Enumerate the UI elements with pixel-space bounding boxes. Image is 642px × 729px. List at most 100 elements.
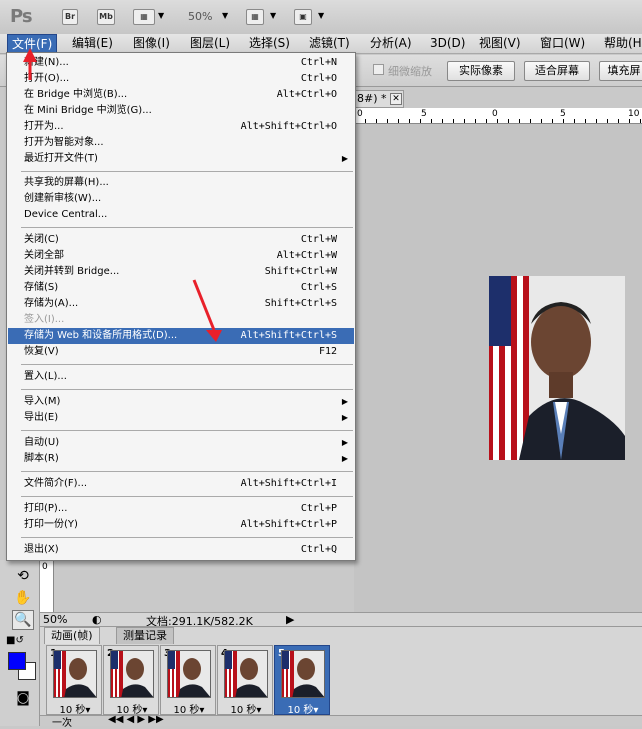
foreground-color-swatch[interactable]	[8, 652, 26, 670]
view-extras-icon[interactable]: ▦	[133, 9, 155, 25]
status-bar: 50% ◐ 文档:291.1K/582.2K ▶	[40, 612, 642, 628]
menu-bar: 文件(F) 编辑(E) 图像(I) 图层(L) 选择(S) 滤镜(T) 分析(A…	[0, 34, 642, 54]
fit-screen-button[interactable]: 适合屏幕	[524, 61, 590, 81]
menu-item-device-central[interactable]: Device Central...	[8, 207, 354, 223]
status-zoom[interactable]: 50%	[43, 613, 67, 626]
quick-mask-icon[interactable]: ◙	[12, 688, 34, 708]
chevron-down-icon[interactable]: ▼	[158, 11, 164, 20]
frame-delay[interactable]: 10 秒▾	[218, 701, 274, 716]
default-colors-icon[interactable]: ■↺	[6, 635, 24, 646]
menu-item-new-review[interactable]: 创建新审核(W)...	[8, 191, 354, 207]
menu-window[interactable]: 窗口(W)	[536, 34, 589, 53]
menu-view[interactable]: 视图(V)	[475, 34, 525, 53]
zoom-level[interactable]: 50%	[188, 10, 212, 23]
menu-filter[interactable]: 滤镜(T)	[305, 34, 354, 53]
menu-item-close[interactable]: 关闭(C) Ctrl+W	[8, 232, 354, 248]
submenu-arrow-icon: ▶	[341, 413, 348, 422]
menu-separator	[21, 364, 353, 365]
submenu-arrow-icon: ▶	[341, 397, 348, 406]
menu-help[interactable]: 帮助(H)	[600, 34, 642, 53]
menu-item-check-in: 签入(I)...	[24, 314, 65, 325]
menu-item-browse-bridge[interactable]: 在 Bridge 中浏览(B)... Alt+Ctrl+O	[8, 87, 354, 103]
menu-item-close-all[interactable]: 关闭全部 Alt+Ctrl+W	[8, 248, 354, 264]
frame-delay[interactable]: 10 秒▾	[161, 701, 217, 716]
frame-delay[interactable]: 10 秒▾	[275, 701, 331, 716]
menu-item-recent-files[interactable]: 最近打开文件(T) ▶	[8, 151, 354, 167]
menu-3d[interactable]: 3D(D)	[426, 34, 469, 53]
menu-item-automate[interactable]: 自动(U) ▶	[8, 435, 354, 451]
menu-item-file-info[interactable]: 文件简介(F)... Alt+Shift+Ctrl+I	[8, 476, 354, 492]
frame-thumbnail	[281, 650, 325, 698]
menu-item-open[interactable]: 打开(O)... Ctrl+O	[8, 71, 354, 87]
menu-item-scripts[interactable]: 脚本(R) ▶	[8, 451, 354, 467]
menu-file[interactable]: 文件(F)	[7, 34, 58, 53]
actual-pixels-button[interactable]: 实际像素	[447, 61, 515, 81]
animation-frame[interactable]: 1 10 秒▾	[46, 645, 102, 716]
menu-item-save[interactable]: 存储(S) Ctrl+S	[8, 280, 354, 296]
menu-item-open-smart-object[interactable]: 打开为智能对象...	[8, 135, 354, 151]
zoom-tool-icon[interactable]: 🔍	[12, 610, 34, 630]
menu-item-print-one-copy[interactable]: 打印一份(Y) Alt+Shift+Ctrl+P	[8, 517, 354, 533]
animation-frame-selected[interactable]: 5 10 秒▾	[274, 645, 331, 716]
menu-item-exit[interactable]: 退出(X) Ctrl+Q	[8, 542, 354, 558]
submenu-arrow-icon: ▶	[341, 154, 348, 163]
menu-separator	[21, 430, 353, 431]
status-menu-arrow[interactable]: ▶	[286, 613, 294, 626]
animation-controls: 一次 ◀◀ ◀ ▶ ▶▶	[40, 714, 642, 729]
menu-select[interactable]: 选择(S)	[245, 34, 294, 53]
menu-item-browse-mini-bridge[interactable]: 在 Mini Bridge 中浏览(G)...	[8, 103, 354, 119]
frame-thumbnail	[224, 650, 268, 698]
chevron-down-icon[interactable]: ▼	[222, 11, 228, 20]
menu-item-open-as[interactable]: 打开为... Alt+Shift+Ctrl+O	[8, 119, 354, 135]
ruler-mark: 5	[421, 109, 427, 119]
loop-options[interactable]: 一次	[52, 714, 72, 729]
chevron-down-icon[interactable]: ▼	[318, 11, 324, 20]
menu-analysis[interactable]: 分析(A)	[366, 34, 416, 53]
document-tab-label: 8#) *	[357, 92, 387, 105]
animation-frame[interactable]: 2 10 秒▾	[103, 645, 159, 716]
file-menu-dropdown: 新建(N)... Ctrl+N 打开(O)... Ctrl+O 在 Bridge 中…	[6, 52, 356, 561]
fill-screen-button[interactable]: 填充屏	[599, 61, 642, 81]
animation-frame[interactable]: 4 10 秒▾	[217, 645, 274, 716]
menu-item-print[interactable]: 打印(P)... Ctrl+P	[8, 501, 354, 517]
menu-item-share-screen[interactable]: 共享我的屏幕(H)...	[8, 175, 354, 191]
rotate-view-icon[interactable]: ⟲	[12, 566, 34, 586]
horizontal-ruler	[354, 108, 642, 124]
menu-image[interactable]: 图像(I)	[129, 34, 174, 53]
scrubby-zoom-label: 细微缩放	[388, 65, 432, 78]
menu-item-revert[interactable]: 恢复(V) F12	[8, 344, 354, 360]
ruler-mark: 0	[357, 109, 363, 119]
status-icon[interactable]: ◐	[92, 613, 102, 626]
menu-separator	[21, 471, 353, 472]
menu-separator	[21, 389, 353, 390]
submenu-arrow-icon: ▶	[341, 438, 348, 447]
close-icon[interactable]: ✕	[390, 93, 402, 105]
menu-separator	[21, 537, 353, 538]
menu-item-new[interactable]: 新建(N)... Ctrl+N	[8, 55, 354, 71]
screen-mode-icon[interactable]: ▣	[294, 9, 312, 25]
tab-animation[interactable]: 动画(帧)	[44, 627, 100, 644]
animation-frame[interactable]: 3 10 秒▾	[160, 645, 217, 716]
menu-edit[interactable]: 编辑(E)	[68, 34, 117, 53]
menu-layer[interactable]: 图层(L)	[186, 34, 234, 53]
menu-item-save-as[interactable]: 存储为(A)... Shift+Ctrl+S	[8, 296, 354, 312]
hand-tool-icon[interactable]: ✋	[12, 588, 34, 608]
menu-item-place[interactable]: 置入(L)...	[8, 369, 354, 385]
tab-measurement-log[interactable]: 测量记录	[116, 627, 174, 644]
frame-thumbnail	[110, 650, 154, 698]
ruler-mark: 10	[628, 109, 640, 119]
menu-item-close-go-bridge[interactable]: 关闭并转到 Bridge... Shift+Ctrl+W	[8, 264, 354, 280]
vertical-ruler: 0	[40, 560, 54, 612]
bridge-button[interactable]: Br	[62, 9, 78, 25]
arrange-documents-icon[interactable]: ▦	[246, 9, 264, 25]
menu-item-export[interactable]: 导出(E) ▶	[8, 410, 354, 426]
ruler-mark: 0	[42, 562, 48, 572]
chevron-down-icon[interactable]: ▼	[270, 11, 276, 20]
playback-controls-icon[interactable]: ◀◀ ◀ ▶ ▶▶	[108, 714, 164, 725]
menu-item-import[interactable]: 导入(M) ▶	[8, 394, 354, 410]
scrubby-zoom-checkbox[interactable]	[373, 64, 384, 75]
menu-separator	[21, 171, 353, 172]
menu-item-save-for-web[interactable]: 存储为 Web 和设备所用格式(D)... Alt+Shift+Ctrl+S	[8, 328, 354, 344]
frame-thumbnail	[53, 650, 97, 698]
mini-bridge-button[interactable]: Mb	[97, 9, 115, 25]
